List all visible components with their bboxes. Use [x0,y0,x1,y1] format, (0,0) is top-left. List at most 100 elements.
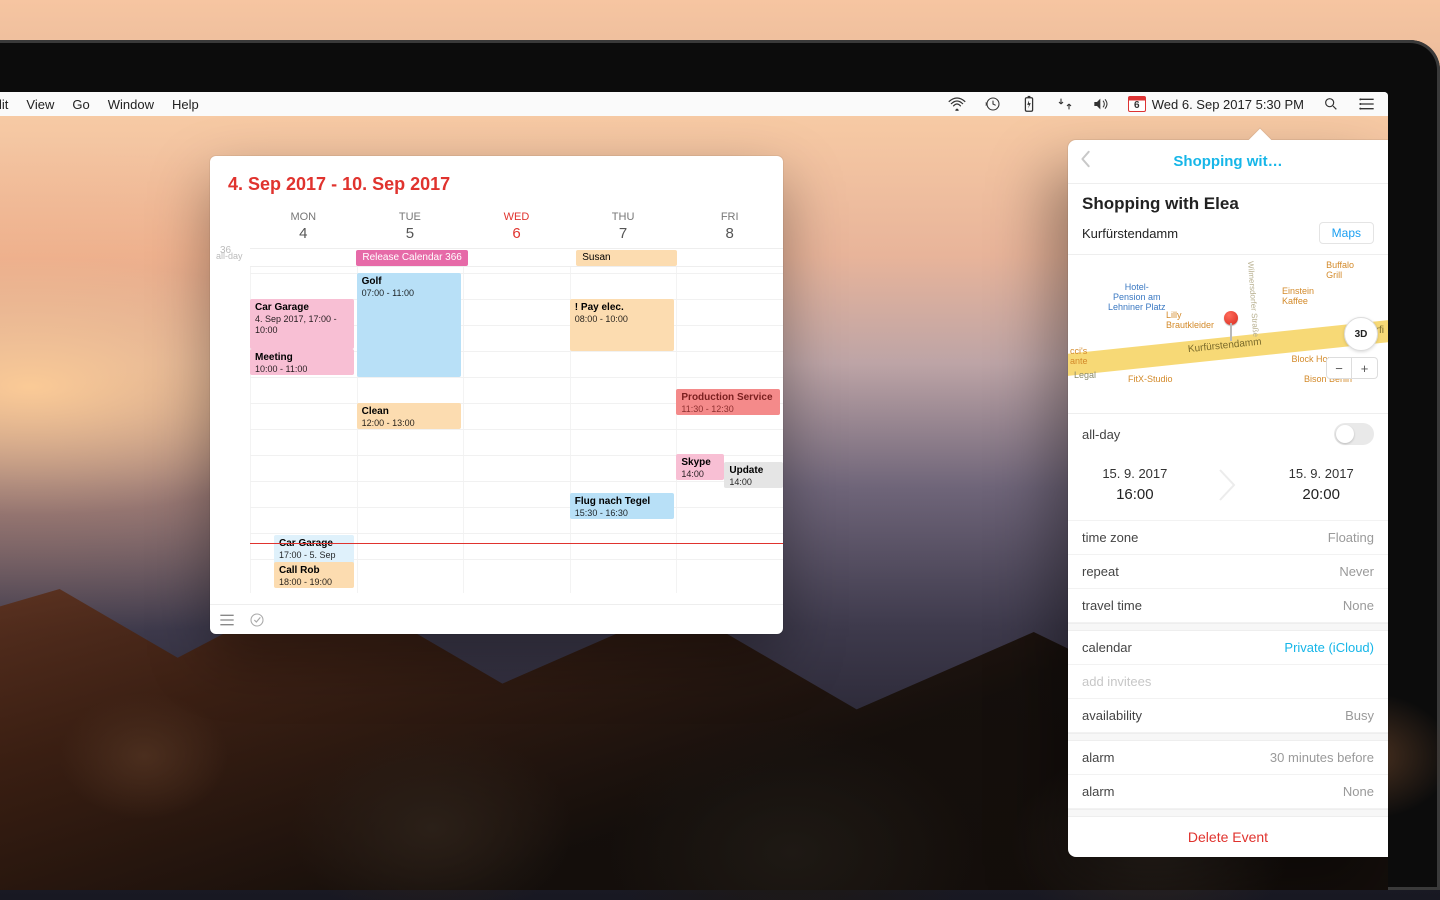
calendar-event[interactable]: Car Garage4. Sep 2017, 17:00 - 10:00 [250,299,354,349]
availability-label: availability [1082,708,1142,723]
end-time[interactable]: 20:00 [1289,484,1354,507]
availability-value[interactable]: Busy [1345,708,1374,723]
map-road-wilm: Wilmersdorfer Straße [1245,261,1259,337]
timemachine-icon[interactable] [984,95,1002,113]
repeat-value[interactable]: Never [1339,564,1374,579]
tasks-icon[interactable] [248,611,266,629]
map-poi-legal: Legal [1074,371,1096,381]
map-poi-einstein: Einstein Kaffee [1282,287,1314,307]
start-time[interactable]: 16:00 [1102,484,1167,507]
map-poi-cci: cci's ante [1070,347,1088,367]
map-zoom-out-button[interactable]: − [1326,357,1352,379]
menubar-calendar-icon[interactable]: 6 Wed 6. Sep 2017 5:30 PM [1128,96,1304,112]
day-header: FRI [676,207,783,225]
day-header: WED [463,207,570,225]
allday-row: all-day Release Calendar 366Susan [250,249,783,267]
day-number[interactable]: 4 [250,225,357,248]
day-number[interactable]: 6 [463,225,570,248]
back-icon[interactable] [1080,150,1092,173]
event-title[interactable]: Shopping with Elea [1068,184,1388,222]
allday-field-label: all-day [1082,427,1120,442]
hour-grid[interactable]: 07:0008:0009:0010:0011:0012:0013:0014:00… [250,267,783,593]
now-indicator [250,543,783,544]
notification-center-icon[interactable] [1358,95,1376,113]
calendar-label: calendar [1082,640,1132,655]
menu-view[interactable]: View [26,97,54,112]
day-number[interactable]: 7 [570,225,677,248]
laptop-bezel: r File Edit View Go Window Help 6 Wed 6.… [0,40,1440,890]
calendar-event[interactable]: Update14:00 [724,462,783,488]
add-invitees-field[interactable]: add invitees [1068,665,1388,699]
calendar-footer [210,604,783,634]
event-name: Golf [362,276,456,288]
start-date[interactable]: 15. 9. 2017 [1102,464,1167,484]
map-road-kurf: Kurfürstendamm [1187,336,1262,355]
mac-menubar: r File Edit View Go Window Help 6 Wed 6.… [0,92,1388,116]
event-map[interactable]: Kurfürstendamm Hotel- Pension am Lehnine… [1068,254,1388,414]
event-dates[interactable]: 15. 9. 2017 16:00 15. 9. 2017 20:00 [1068,454,1388,521]
popover-title: Shopping wit… [1173,153,1282,170]
desktop: 4. Sep 2017 - 10. Sep 2017 36 MON4TUE5WE… [0,116,1388,890]
map-poi-lilly: Lilly Brautkleider [1166,311,1214,331]
open-maps-button[interactable]: Maps [1319,222,1374,244]
map-pin-icon [1224,311,1238,325]
timezone-value[interactable]: Floating [1328,530,1374,545]
calendar-event[interactable]: Meeting10:00 - 11:00 [250,349,354,375]
alarm2-value[interactable]: None [1343,784,1374,799]
event-name: Skype [681,457,719,469]
event-name: Flug nach Tegel [575,496,669,508]
day-number[interactable]: 5 [357,225,464,248]
calendar-value[interactable]: Private (iCloud) [1284,640,1374,655]
allday-toggle[interactable] [1334,423,1374,445]
alarm1-value[interactable]: 30 minutes before [1270,750,1374,765]
calendar-window[interactable]: 4. Sep 2017 - 10. Sep 2017 36 MON4TUE5WE… [210,156,783,634]
calendar-event[interactable]: Call Rob18:00 - 19:00 [274,562,354,588]
sync-icon[interactable] [1056,95,1074,113]
calendar-event[interactable]: Flug nach Tegel15:30 - 16:30 [570,493,674,519]
map-zoom-in-button[interactable]: + [1352,357,1378,379]
event-name: Update [729,465,778,477]
event-name: Meeting [255,352,349,364]
day-header: THU [570,207,677,225]
event-location[interactable]: Kurfürstendamm [1082,226,1178,241]
event-name: Call Rob [279,565,349,577]
battery-icon[interactable] [1020,95,1038,113]
event-time: 14:00 [729,477,778,488]
allday-event[interactable]: Release Calendar 366 [356,250,468,266]
calendar-event[interactable]: Production Service11:30 - 12:30 [676,389,780,415]
laptop-screen: r File Edit View Go Window Help 6 Wed 6.… [0,92,1388,890]
day-number[interactable]: 8 [676,225,783,248]
travel-value[interactable]: None [1343,598,1374,613]
calendar-event[interactable]: ! Pay elec.08:00 - 10:00 [570,299,674,351]
event-time: 08:00 - 10:00 [575,314,669,325]
allday-event[interactable]: Susan [576,250,676,266]
calendar-event[interactable]: Clean12:00 - 13:00 [357,403,461,429]
event-time: 12:00 - 13:00 [362,418,456,429]
event-name: Car Garage [255,302,349,314]
event-time: 18:00 - 19:00 [279,577,349,588]
event-time: 14:00 [681,469,719,480]
day-header: MON [250,207,357,225]
menubar-clock[interactable]: Wed 6. Sep 2017 5:30 PM [1152,97,1304,112]
map-poi-hotel: Hotel- Pension am Lehniner Platz [1108,283,1166,313]
menu-window[interactable]: Window [108,97,154,112]
popover-header: Shopping wit… [1068,140,1388,184]
wifi-icon[interactable] [948,95,966,113]
map-3d-button[interactable]: 3D [1344,317,1378,351]
end-date[interactable]: 15. 9. 2017 [1289,464,1354,484]
alarm2-label: alarm [1082,784,1115,799]
menubar-date-icon: 6 [1128,96,1146,112]
calendar-event[interactable]: Skype14:00 [676,454,724,480]
volume-icon[interactable] [1092,95,1110,113]
calendar-event[interactable]: Golf07:00 - 11:00 [357,273,461,377]
list-icon[interactable] [218,611,236,629]
spotlight-icon[interactable] [1322,95,1340,113]
delete-event-button[interactable]: Delete Event [1068,817,1388,857]
menu-go[interactable]: Go [72,97,89,112]
menu-help[interactable]: Help [172,97,199,112]
menubar-date-icon-day: 6 [1134,101,1140,111]
alarm1-label: alarm [1082,750,1115,765]
event-popover[interactable]: Shopping wit… Shopping with Elea Kurfürs… [1068,140,1388,857]
event-name: ! Pay elec. [575,302,669,314]
menu-edit[interactable]: Edit [0,97,8,112]
